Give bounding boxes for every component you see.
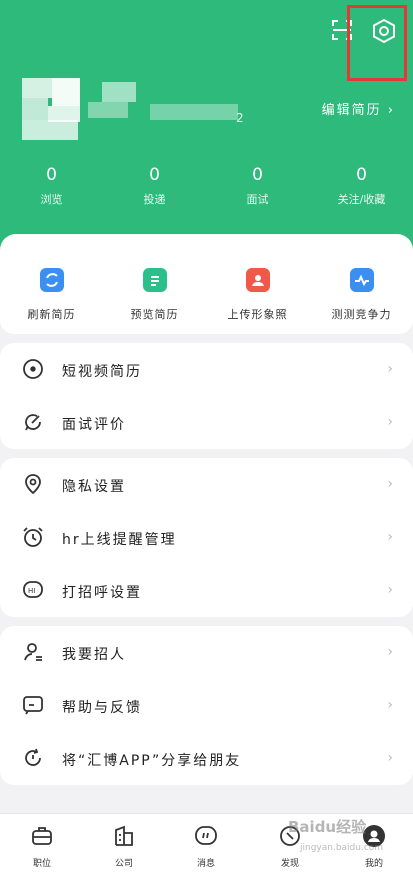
refresh-icon [39,268,64,292]
menu-item-interview-review[interactable]: 面试评价 › [0,396,413,449]
message-icon [195,826,217,845]
menu-item-share-app[interactable]: 将“汇博APP”分享给朋友 › [0,732,413,785]
menu-item-privacy[interactable]: 隐私设置 › [0,458,413,511]
chevron-right-icon: › [387,582,393,598]
chevron-right-icon: › [387,529,393,545]
profile-header: 2 编辑简历 › 0 浏览 0 投递 0 面试 0 关注/收藏 [0,0,413,265]
watermark-text: Baidu经验 [288,818,367,836]
preview-resume-button[interactable]: 预览简历 [103,268,206,322]
menu-item-hr-online-reminder[interactable]: hr上线提醒管理 › [0,511,413,564]
location-shield-icon [25,474,41,495]
menu-group-3: 我要招人 › 帮助与反馈 › 将“汇博APP”分享给朋友 › [0,626,413,785]
svg-text:HI: HI [28,587,35,595]
upload-photo-button[interactable]: 上传形象照 [206,268,309,322]
watermark-url: jingyan.baidu.com [300,843,384,853]
hi-bubble-icon: HI [23,581,43,598]
menu-group-2: 隐私设置 › hr上线提醒管理 › HI 打招呼设置 › [0,458,413,617]
chevron-right-icon: › [387,361,393,377]
menu-item-greeting-settings[interactable]: HI 打招呼设置 › [0,564,413,617]
stat-applications[interactable]: 0 投递 [103,165,206,207]
menu-item-help-feedback[interactable]: 帮助与反馈 › [0,679,413,732]
menu-item-recruit[interactable]: 我要招人 › [0,626,413,679]
edit-resume-link[interactable]: 编辑简历 › [322,99,395,118]
stats-row: 0 浏览 0 投递 0 面试 0 关注/收藏 [0,165,413,209]
menu-group-1: 短视频简历 › 面试评价 › [0,343,413,449]
feedback-icon [23,696,43,715]
portrait-icon [245,268,270,292]
chevron-right-icon: › [387,644,393,660]
competitiveness-test-button[interactable]: 测测竞争力 [310,268,413,322]
tab-jobs[interactable]: 职位 [2,824,82,869]
refresh-resume-button[interactable]: 刷新简历 [0,268,103,322]
stat-follows[interactable]: 0 关注/收藏 [310,165,413,207]
document-icon [142,268,167,292]
tab-companies[interactable]: 公司 [84,824,164,869]
gear-highlight-box [347,5,407,81]
stat-interviews[interactable]: 0 面试 [206,165,309,207]
blurred-username [150,104,238,120]
chevron-right-icon: › [387,476,393,492]
person-icon [24,643,42,661]
avatar[interactable] [22,78,142,140]
chevron-right-icon: › [387,414,393,430]
tab-messages[interactable]: 消息 [166,824,246,869]
briefcase-icon [32,827,52,845]
share-icon [25,748,41,766]
chevron-right-icon: › [387,750,393,766]
pulse-chart-icon [349,268,374,292]
building-icon [115,825,133,846]
quick-actions-card: 刷新简历 预览简历 上传形象照 测测竞争力 [0,234,413,334]
menu-item-video-resume[interactable]: 短视频简历 › [0,343,413,396]
edit-bubble-icon [25,414,41,431]
alarm-clock-icon [23,527,43,547]
chevron-right-icon: › [387,697,393,713]
stat-views[interactable]: 0 浏览 [0,165,103,207]
play-circle-icon [23,359,43,379]
username-suffix: 2 [236,111,244,125]
